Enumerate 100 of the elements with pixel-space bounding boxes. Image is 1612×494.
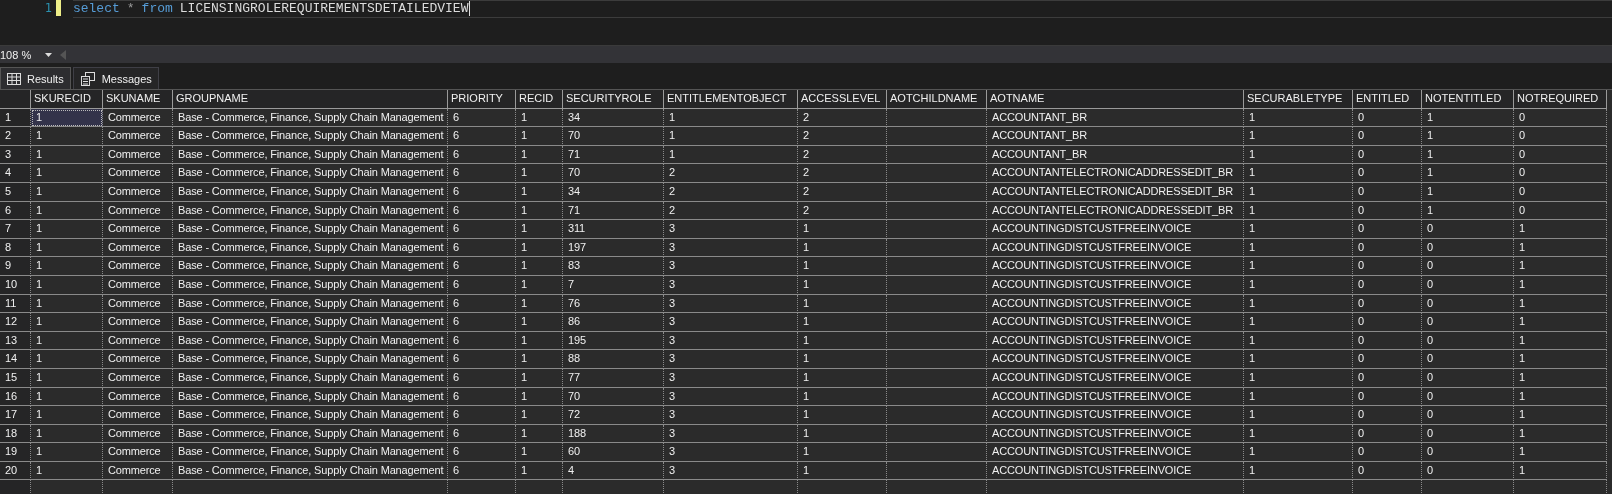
table-cell: 6	[448, 406, 516, 425]
table-cell: Commerce	[103, 406, 173, 425]
table-cell: 0	[1353, 257, 1422, 276]
change-marker	[55, 0, 61, 16]
table-cell: 70	[563, 164, 664, 183]
table-cell: 1	[1244, 313, 1353, 332]
table-cell: Base - Commerce, Finance, Supply Chain Management	[173, 406, 448, 425]
table-cell: 1	[31, 443, 103, 462]
table-cell: 2	[798, 127, 887, 146]
table-cell: 3	[664, 313, 798, 332]
row-number[interactable]: 17	[0, 406, 31, 425]
table-cell: 1	[31, 350, 103, 369]
corner-header[interactable]	[0, 90, 31, 109]
table-cell: 0	[1353, 313, 1422, 332]
table-cell: ACCOUNTINGDISTCUSTFREEINVOICE	[987, 443, 1244, 462]
table-cell: 1	[31, 406, 103, 425]
row-number[interactable]: 12	[0, 313, 31, 332]
table-cell: 0	[1353, 164, 1422, 183]
table-cell: Commerce	[103, 164, 173, 183]
column-header[interactable]: SKUNAME	[103, 90, 173, 109]
row-number[interactable]: 4	[0, 164, 31, 183]
column-header[interactable]: SKURECID	[31, 90, 103, 109]
table-cell: 83	[563, 257, 664, 276]
column-header[interactable]: AOTNAME	[987, 90, 1244, 109]
table-cell: ACCOUNTINGDISTCUSTFREEINVOICE	[987, 406, 1244, 425]
table-cell: 6	[448, 350, 516, 369]
column-header[interactable]: RECID	[516, 90, 563, 109]
table-cell: ACCOUNTANT_BR	[987, 127, 1244, 146]
table-cell: 1	[31, 220, 103, 239]
table-cell: Commerce	[103, 257, 173, 276]
table-cell: 3	[664, 443, 798, 462]
table-cell: 0	[1353, 127, 1422, 146]
table-cell: 3	[664, 220, 798, 239]
table-cell: 1	[798, 406, 887, 425]
table-cell: Base - Commerce, Finance, Supply Chain Management	[173, 164, 448, 183]
table-cell: 1	[516, 164, 563, 183]
table-cell: 1	[1514, 350, 1607, 369]
table-cell: 60	[563, 443, 664, 462]
table-cell: 6	[448, 313, 516, 332]
column-header[interactable]: SECURITYROLE	[563, 90, 664, 109]
row-number[interactable]: 9	[0, 257, 31, 276]
table-cell: 1	[516, 406, 563, 425]
column-header[interactable]: SECURABLETYPE	[1244, 90, 1353, 109]
column-header[interactable]: ENTITLED	[1353, 90, 1422, 109]
table-cell: 0	[1353, 406, 1422, 425]
table-cell: 0	[1514, 164, 1607, 183]
messages-icon	[79, 71, 96, 86]
table-cell: 1	[664, 127, 798, 146]
table-cell: Base - Commerce, Finance, Supply Chain Management	[173, 257, 448, 276]
table-cell: ACCOUNTANTELECTRONICADDRESSEDIT_BR	[987, 164, 1244, 183]
table-cell: 1	[31, 313, 103, 332]
table-cell: 1	[31, 257, 103, 276]
table-cell: 0	[1353, 443, 1422, 462]
table-cell: 1	[1244, 164, 1353, 183]
table-cell: 6	[448, 257, 516, 276]
column-header[interactable]: ENTITLEMENTOBJECT	[664, 90, 798, 109]
table-cell: 6	[448, 127, 516, 146]
table-cell: 0	[1422, 313, 1514, 332]
row-number[interactable]: 2	[0, 127, 31, 146]
table-cell: Base - Commerce, Finance, Supply Chain Management	[173, 443, 448, 462]
column-header[interactable]: PRIORITY	[448, 90, 516, 109]
table-cell: 1	[1244, 257, 1353, 276]
table-cell: 1	[1422, 164, 1514, 183]
table-cell: 6	[448, 220, 516, 239]
table-cell: 6	[448, 443, 516, 462]
table-cell: 1	[1244, 443, 1353, 462]
code-line[interactable]: select * from LICENSINGROLEREQUIREMENTSDETAILEDVIEW	[72, 0, 1612, 18]
column-header[interactable]: AOTCHILDNAME	[887, 90, 987, 109]
table-cell: ACCOUNTINGDISTCUSTFREEINVOICE	[987, 220, 1244, 239]
tab[interactable]: Results	[0, 67, 71, 89]
column-header[interactable]: ACCESSLEVEL	[798, 90, 887, 109]
row-number[interactable]: 14	[0, 350, 31, 369]
table-cell: 3	[664, 406, 798, 425]
column-header[interactable]: NOTREQUIRED	[1514, 90, 1607, 109]
column-header[interactable]: NOTENTITLED	[1422, 90, 1514, 109]
tab[interactable]: Messages	[72, 67, 159, 89]
table-cell: Commerce	[103, 127, 173, 146]
table-cell: 0	[1422, 350, 1514, 369]
row-number[interactable]: 19	[0, 443, 31, 462]
table-cell: 1	[516, 257, 563, 276]
table-cell: 1	[1244, 127, 1353, 146]
table-cell: 86	[563, 313, 664, 332]
table-cell: 311	[563, 220, 664, 239]
table-cell: ACCOUNTINGDISTCUSTFREEINVOICE	[987, 350, 1244, 369]
table-cell: 1	[1514, 406, 1607, 425]
table-cell: 1	[1514, 220, 1607, 239]
table-cell: 1	[1244, 350, 1353, 369]
grid-icon	[7, 72, 21, 85]
zoom-dropdown[interactable]: 108 %	[0, 48, 52, 61]
table-cell: 88	[563, 350, 664, 369]
table-cell: 1	[1514, 313, 1607, 332]
table-cell: Commerce	[103, 313, 173, 332]
table-cell: 1	[1244, 406, 1353, 425]
column-header[interactable]: GROUPNAME	[173, 90, 448, 109]
row-number[interactable]: 7	[0, 220, 31, 239]
table-cell: 1	[516, 220, 563, 239]
table-cell: 1	[31, 164, 103, 183]
table-cell: 1	[1514, 257, 1607, 276]
table-cell: 70	[563, 127, 664, 146]
table-cell: Base - Commerce, Finance, Supply Chain Management	[173, 220, 448, 239]
